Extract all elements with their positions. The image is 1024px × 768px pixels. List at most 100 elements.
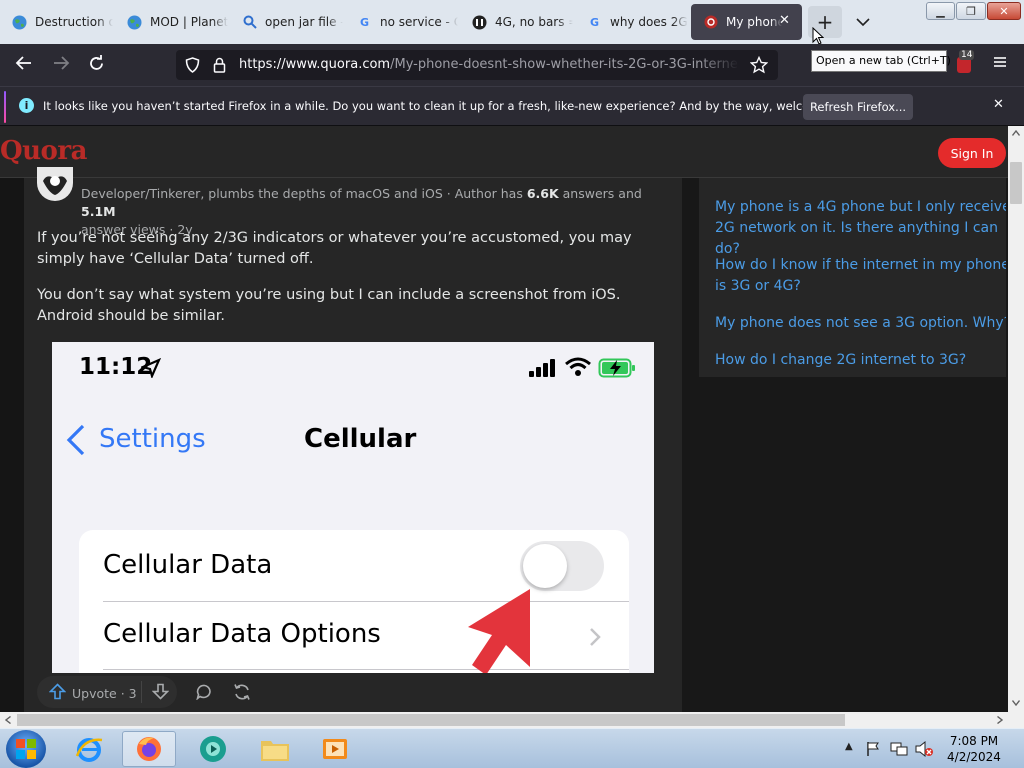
red-pointer-arrow-icon	[468, 589, 530, 673]
ios-settings-screenshot[interactable]: 11:12 Settings Cellular Cellular Data Ce…	[52, 342, 654, 673]
close-notification-icon[interactable]: ✕	[993, 97, 1004, 112]
tab-my-phone-active[interactable]: My phone ✕	[691, 4, 802, 40]
ios-row-cellular-data-options: Cellular Data Options	[103, 619, 381, 649]
start-button[interactable]	[6, 730, 46, 768]
tab-mod-planet[interactable]: MOD | Planet	[115, 4, 228, 40]
lock-icon[interactable]	[213, 57, 226, 77]
clock-time: 7:08 PM	[949, 734, 999, 748]
taskbar-video-app[interactable]	[308, 731, 362, 767]
taskbar-media-app[interactable]	[186, 731, 240, 767]
toggle-knob	[523, 544, 567, 588]
chevron-right-icon	[590, 628, 601, 646]
ios-row-divider	[103, 669, 629, 670]
tab-no-service[interactable]: G no service - G	[345, 4, 458, 40]
clock-date: 4/2/2024	[947, 750, 1001, 764]
quora-logo[interactable]: Quora	[0, 136, 87, 166]
globe-icon	[127, 15, 142, 30]
tab-open-jar[interactable]: open jar file -	[230, 4, 343, 40]
show-hidden-icons[interactable]: ▲	[845, 741, 853, 752]
system-clock[interactable]: 7:08 PM 4/2/2024	[936, 733, 1012, 765]
back-arrow-icon[interactable]	[15, 55, 33, 76]
reload-icon[interactable]	[88, 55, 105, 77]
close-window-button[interactable]: ✕	[987, 2, 1021, 20]
search-icon	[242, 15, 257, 30]
close-tab-icon[interactable]: ✕	[779, 13, 790, 28]
related-question-link[interactable]: How do I change 2G internet to 3G?	[715, 350, 1006, 371]
action-divider	[141, 681, 142, 703]
scroll-down-arrow-icon[interactable]	[1012, 700, 1020, 706]
media-player-icon	[200, 736, 226, 762]
bookmark-star-icon[interactable]	[749, 55, 769, 78]
upvote-arrow-icon[interactable]	[49, 683, 66, 700]
vertical-scroll-thumb[interactable]	[1010, 162, 1022, 204]
answers-count: 6.6K	[526, 186, 559, 201]
signal-bars-icon	[529, 359, 555, 377]
wifi-icon	[565, 357, 591, 376]
taskbar-firefox[interactable]	[122, 731, 176, 767]
extension-badge: 14	[959, 50, 975, 60]
restore-button[interactable]: ❐	[956, 2, 986, 20]
url-bar[interactable]: https://www.quora.com/My-phone-doesnt-sh…	[176, 50, 778, 80]
upvote-button[interactable]: Upvote · 3	[72, 686, 137, 701]
url-host: https://www.quora.com	[239, 57, 391, 72]
forward-arrow-icon[interactable]	[52, 55, 70, 76]
ios-row-divider	[103, 601, 629, 602]
related-question-link[interactable]: My phone is a 4G phone but I only receiv…	[715, 197, 1006, 260]
notification-message: It looks like you haven’t started Firefo…	[43, 99, 864, 113]
quora-icon	[703, 15, 718, 30]
scroll-up-arrow-icon[interactable]	[1012, 130, 1020, 136]
downvote-arrow-icon[interactable]	[152, 683, 169, 700]
windows-taskbar: ▲ 7:08 PM 4/2/2024	[0, 728, 1024, 768]
internet-explorer-icon	[75, 738, 103, 762]
ifixit-icon	[472, 15, 487, 30]
related-questions-panel: My phone is a 4G phone but I only receiv…	[699, 178, 1006, 377]
url-text: https://www.quora.com/My-phone-doesnt-sh…	[239, 57, 739, 72]
quora-header: Quora Sign In	[0, 126, 1008, 178]
google-icon: G	[589, 15, 600, 29]
new-tab-tooltip: Open a new tab (Ctrl+T)	[811, 50, 951, 72]
horizontal-scroll-thumb[interactable]	[17, 714, 845, 726]
ios-back-settings: Settings	[99, 424, 206, 454]
restore-icon: ❐	[966, 4, 976, 18]
notification-accent-stripe	[4, 91, 6, 123]
page-content: Quora Sign In Developer/Tinkerer, plumbs…	[0, 126, 1024, 712]
notification-bar: i It looks like you haven’t started Fire…	[0, 86, 1024, 126]
sign-in-button[interactable]: Sign In	[938, 138, 1006, 168]
action-center-flag-icon[interactable]	[866, 741, 880, 757]
google-icon: G	[359, 15, 370, 29]
horizontal-scrollbar[interactable]	[0, 712, 1024, 728]
list-all-tabs-icon[interactable]	[856, 12, 870, 31]
tab-destruction[interactable]: Destruction o	[0, 4, 113, 40]
folder-icon	[261, 741, 289, 761]
taskbar-internet-explorer[interactable]	[62, 731, 116, 767]
vertical-scrollbar[interactable]	[1008, 126, 1024, 712]
views-count: 5.1M	[81, 204, 116, 219]
minimize-icon: ▁	[936, 4, 945, 18]
network-icon[interactable]	[890, 740, 908, 758]
scroll-left-arrow-icon[interactable]	[5, 716, 11, 724]
video-player-icon	[323, 739, 347, 759]
related-question-link[interactable]: My phone does not see a 3G option. Why?	[715, 313, 1006, 334]
battery-charging-icon	[598, 358, 635, 378]
url-path: /My-phone-doesnt-show-whether-its-2G-or-…	[390, 57, 739, 72]
share-reload-icon[interactable]	[233, 683, 251, 701]
comment-bubble-icon[interactable]	[196, 684, 213, 700]
related-question-link[interactable]: How do I know if the internet in my phon…	[715, 255, 1006, 297]
hamburger-menu-icon[interactable]	[992, 54, 1008, 75]
speaker-muted-icon[interactable]	[914, 740, 934, 758]
scroll-right-arrow-icon[interactable]	[997, 716, 1003, 724]
chevron-left-icon	[66, 424, 85, 456]
close-icon: ✕	[999, 4, 1009, 18]
answer-paragraph-2: You don’t say what system you’re using b…	[37, 287, 621, 324]
tab-why-does-2g[interactable]: G why does 2G	[575, 4, 688, 40]
author-credentials: Developer/Tinkerer, plumbs the depths of…	[81, 186, 527, 201]
tab-strip: Destruction o MOD | Planet open jar file…	[0, 0, 1024, 45]
minimize-button[interactable]: ▁	[926, 2, 955, 20]
taskbar-file-explorer[interactable]	[248, 731, 302, 767]
tab-4g-no-bars[interactable]: 4G, no bars =	[460, 4, 573, 40]
refresh-firefox-button[interactable]: Refresh Firefox...	[803, 94, 913, 120]
tracking-protection-shield-icon[interactable]	[185, 57, 200, 77]
globe-icon	[12, 15, 27, 30]
cellular-data-toggle	[520, 541, 604, 591]
firefox-icon	[137, 737, 161, 761]
